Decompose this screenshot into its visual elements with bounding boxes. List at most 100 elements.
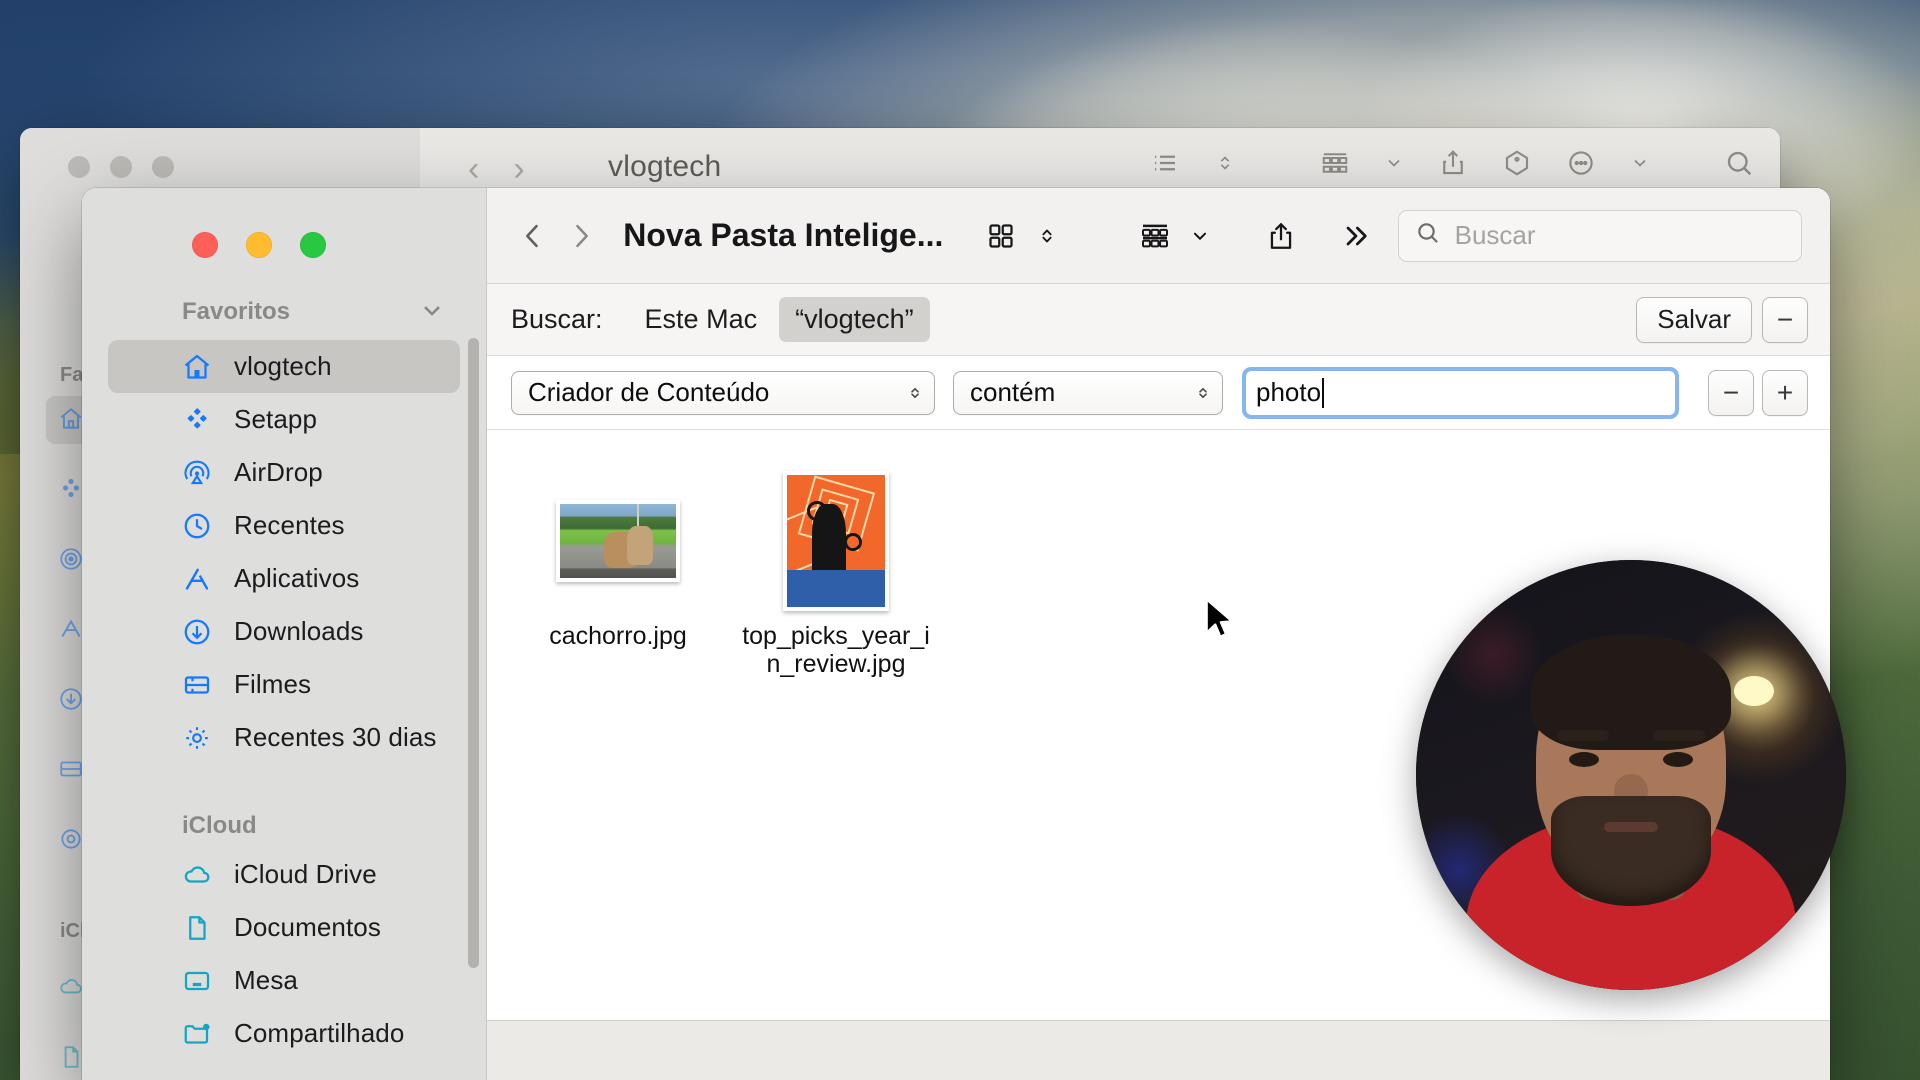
save-button[interactable]: Salvar: [1636, 296, 1752, 343]
sidebar-item-aplicativos[interactable]: Aplicativos: [108, 552, 460, 605]
background-sidebar-item[interactable]: [58, 406, 84, 432]
background-traffic-lights[interactable]: [68, 156, 174, 178]
chevron-down-icon[interactable]: [1183, 208, 1217, 264]
back-button[interactable]: [509, 208, 557, 264]
background-sidebar-item[interactable]: [58, 1044, 84, 1070]
view-controls[interactable]: [973, 208, 1065, 264]
background-nav-buttons[interactable]: ‹ ›: [468, 150, 525, 189]
criteria-attribute-select[interactable]: Criador de Conteúdo: [511, 370, 935, 415]
scope-current-folder[interactable]: “vlogtech”: [779, 297, 930, 342]
group-controls[interactable]: [1127, 208, 1217, 264]
search-input[interactable]: Buscar: [1397, 209, 1802, 262]
zoom-button[interactable]: [152, 156, 174, 178]
home-icon: [58, 406, 84, 432]
close-button[interactable]: [192, 232, 218, 258]
criteria-row-buttons[interactable]: − +: [1700, 369, 1808, 416]
sidebar-item-mesa[interactable]: Mesa: [108, 954, 460, 1007]
sidebar-item-label: Documentos: [234, 912, 381, 942]
minimize-button[interactable]: [110, 156, 132, 178]
background-sidebar-item[interactable]: [58, 686, 84, 712]
minimize-button[interactable]: [246, 232, 272, 258]
sidebar-item-label: Compartilhado: [234, 1018, 405, 1048]
background-sidebar-item[interactable]: [58, 476, 84, 502]
background-window-title: vlogtech: [608, 150, 722, 183]
criteria-operator-select[interactable]: contém: [953, 370, 1223, 415]
zoom-button[interactable]: [300, 232, 326, 258]
sidebar-scrollbar[interactable]: [468, 338, 479, 968]
document-icon: [182, 913, 212, 943]
cloud-icon: [182, 860, 212, 890]
criteria-attribute-value: Criador de Conteúdo: [528, 377, 770, 407]
background-toolbar-tools[interactable]: [1150, 148, 1754, 178]
desktop-icon: [182, 966, 212, 996]
chevron-down-icon[interactable]: [418, 296, 446, 329]
chevron-down-icon[interactable]: [1384, 153, 1404, 173]
background-sidebar-item[interactable]: [58, 826, 84, 852]
sidebar-item-setapp[interactable]: Setapp: [108, 393, 460, 446]
share-icon[interactable]: [1438, 148, 1468, 178]
film-icon: [182, 670, 212, 700]
background-sidebar-item[interactable]: [58, 616, 84, 642]
background-sidebar-item[interactable]: [58, 974, 84, 1000]
sidebar-item-label: Mesa: [234, 965, 298, 995]
scope-this-mac[interactable]: Este Mac: [629, 297, 774, 342]
file-item[interactable]: cachorro.jpg: [509, 474, 727, 678]
list-view-icon[interactable]: [1150, 148, 1180, 178]
graphic-orange-thumbnail: [783, 471, 889, 611]
sidebar-section-favoritos-header[interactable]: Favoritos: [82, 284, 486, 340]
airdrop-icon: [58, 546, 84, 572]
sidebar-item-label: Downloads: [234, 616, 364, 646]
share-button[interactable]: [1257, 208, 1305, 264]
sidebar-item-documentos[interactable]: Documentos: [108, 901, 460, 954]
file-thumbnail: [783, 471, 889, 611]
sidebar-item-recentes[interactable]: Recentes: [108, 499, 460, 552]
sidebar-item-recentes-30-dias[interactable]: Recentes 30 dias: [108, 711, 460, 764]
sidebar: Favoritos vlogtech Setapp AirDrop Recent…: [82, 188, 487, 1080]
download-icon: [58, 686, 84, 712]
sort-chevron-icon[interactable]: [1214, 150, 1236, 176]
remove-criteria-button[interactable]: −: [1708, 369, 1754, 416]
view-stepper-icon[interactable]: [1029, 208, 1065, 264]
file-name-label: top_picks_year_in_review.jpg: [742, 622, 930, 678]
sidebar-scroll-area[interactable]: Favoritos vlogtech Setapp AirDrop Recent…: [82, 284, 486, 1080]
group-view-icon[interactable]: [1320, 148, 1350, 178]
setapp-icon: [182, 405, 212, 435]
clock-icon: [182, 511, 212, 541]
presenter-webcam-circle: [1416, 560, 1846, 990]
sidebar-item-label: vlogtech: [234, 351, 332, 381]
add-criteria-button[interactable]: +: [1762, 369, 1808, 416]
stepper-arrows-icon: [1194, 380, 1212, 406]
more-chevrons-icon[interactable]: [1331, 208, 1379, 264]
close-button[interactable]: [68, 156, 90, 178]
more-actions-icon[interactable]: [1566, 148, 1596, 178]
window-title: Nova Pasta Intelige...: [623, 217, 944, 253]
sidebar-item-label: Filmes: [234, 669, 312, 699]
back-chevron-icon[interactable]: ‹: [468, 150, 479, 189]
sidebar-item-icloud-drive[interactable]: iCloud Drive: [108, 848, 460, 901]
status-bar: [487, 1020, 1830, 1080]
sidebar-item-filmes[interactable]: Filmes: [108, 658, 460, 711]
remove-search-button[interactable]: −: [1762, 296, 1808, 343]
tag-icon[interactable]: [1502, 148, 1532, 178]
forward-button[interactable]: [557, 208, 605, 264]
home-icon: [182, 352, 212, 382]
search-icon[interactable]: [1724, 148, 1754, 178]
file-item[interactable]: top_picks_year_in_review.jpg: [727, 471, 945, 678]
background-sidebar-item[interactable]: [58, 756, 84, 782]
group-by-icon[interactable]: [1127, 208, 1183, 264]
background-sidebar-item[interactable]: [58, 546, 84, 572]
sidebar-item-airdrop[interactable]: AirDrop: [108, 446, 460, 499]
traffic-lights[interactable]: [192, 232, 326, 258]
sidebar-item-vlogtech[interactable]: vlogtech: [108, 340, 460, 393]
toolbar: Nova Pasta Intelige... Buscar: [487, 188, 1830, 284]
applications-icon: [182, 564, 212, 594]
criteria-value-input[interactable]: photo: [1242, 366, 1679, 419]
gear-icon: [58, 826, 84, 852]
forward-chevron-icon[interactable]: ›: [513, 150, 524, 189]
sidebar-item-downloads[interactable]: Downloads: [108, 605, 460, 658]
icon-view-icon[interactable]: [973, 208, 1029, 264]
sidebar-item-compartilhado[interactable]: Compartilhado: [108, 1007, 460, 1060]
chevron-down-icon[interactable]: [1630, 153, 1650, 173]
